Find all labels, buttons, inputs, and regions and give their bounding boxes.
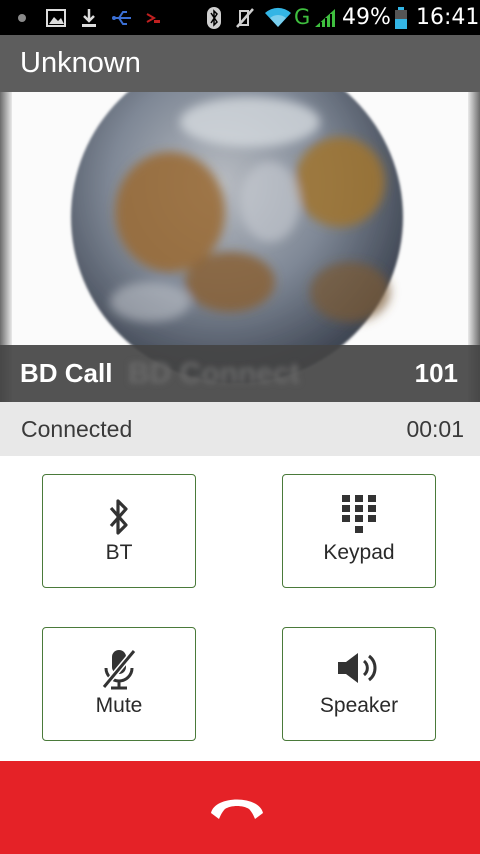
status-bar: G 49% 16:41: [0, 0, 480, 35]
caller-photo: BD Connect BD Call 101: [0, 92, 480, 402]
keypad-icon: [283, 495, 435, 537]
download-icon: [78, 0, 100, 35]
speaker-button[interactable]: Speaker: [282, 627, 436, 741]
caller-bar: BD Connect BD Call 101: [0, 345, 480, 402]
battery-icon: [393, 0, 409, 35]
wifi-icon: [263, 0, 293, 35]
image-icon: [44, 0, 68, 35]
mute-icon: [232, 0, 258, 35]
clock: 16:41: [416, 5, 480, 30]
keypad-label: Keypad: [323, 541, 395, 564]
bt-button[interactable]: BT: [42, 474, 196, 588]
call-timer: 00:01: [406, 416, 464, 442]
battery-percent: 49%: [342, 5, 391, 30]
caller-number: 101: [414, 358, 458, 388]
usb-icon: [110, 0, 134, 35]
mute-button[interactable]: Mute: [42, 627, 196, 741]
keypad-button[interactable]: Keypad: [282, 474, 436, 588]
bt-label: BT: [105, 541, 133, 564]
call-state: Connected: [21, 416, 133, 442]
end-call-button[interactable]: [0, 761, 480, 854]
hang-up-icon: [205, 787, 269, 832]
network-type: G: [294, 5, 311, 29]
mic-off-icon: [43, 648, 195, 690]
title-bar: Unknown: [0, 35, 480, 92]
app-icon: [142, 0, 164, 35]
bluetooth-icon: [204, 0, 224, 35]
speaker-icon: [283, 650, 435, 686]
page-title: Unknown: [20, 47, 141, 79]
speaker-label: Speaker: [319, 694, 399, 717]
call-status-row: Connected 00:01: [0, 402, 480, 456]
mute-label: Mute: [95, 694, 143, 717]
caller-name: BD Call: [20, 358, 113, 388]
bluetooth-icon: [43, 497, 195, 537]
signal-icon: [312, 0, 338, 35]
notification-dot-icon: [14, 0, 30, 35]
